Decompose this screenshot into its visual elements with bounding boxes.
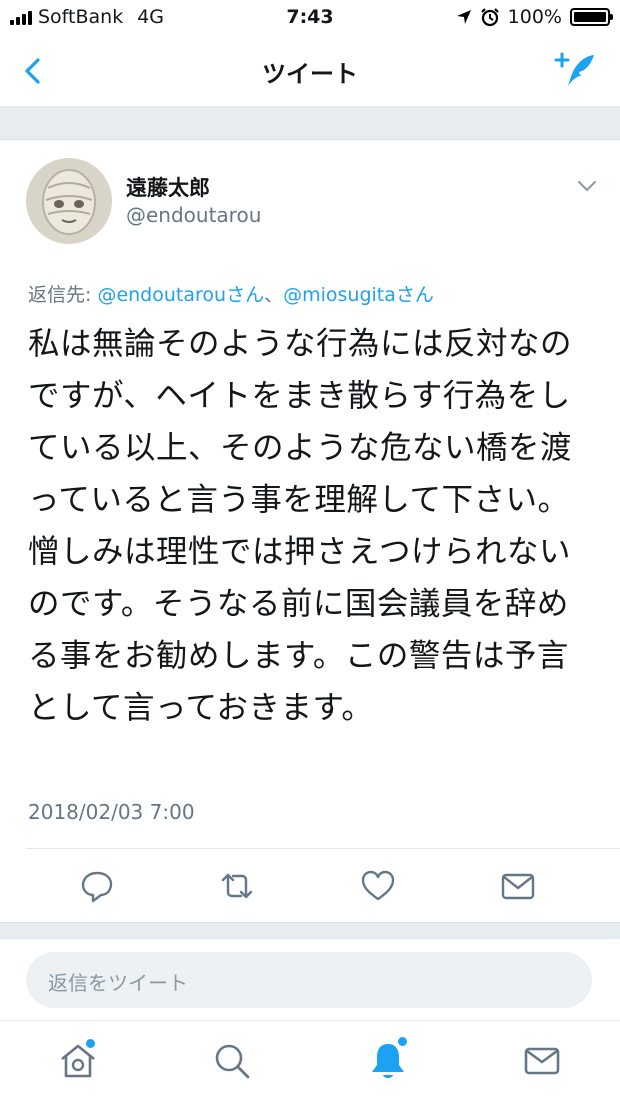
notifications-dot bbox=[398, 1037, 407, 1046]
avatar[interactable] bbox=[26, 158, 112, 244]
alarm-icon bbox=[480, 8, 499, 27]
chevron-down-icon[interactable] bbox=[576, 178, 598, 194]
status-bar: SoftBank 4G 7:43 100% bbox=[0, 0, 620, 36]
avatar-image bbox=[26, 158, 112, 244]
home-notification-dot bbox=[86, 1039, 95, 1048]
battery-percentage: 100% bbox=[507, 6, 562, 28]
reply-to-label: 返信先: bbox=[28, 284, 98, 306]
reply-icon[interactable] bbox=[77, 866, 117, 906]
retweet-icon[interactable] bbox=[217, 866, 257, 906]
reply-placeholder: 返信をツイート bbox=[48, 971, 188, 995]
reply-separator: 、 bbox=[264, 284, 284, 306]
reply-mention-link[interactable]: @endoutarouさん bbox=[97, 284, 264, 306]
messages-icon[interactable] bbox=[520, 1039, 564, 1083]
direct-message-icon[interactable] bbox=[498, 866, 538, 906]
tweet-actions bbox=[0, 866, 620, 906]
like-icon[interactable] bbox=[358, 866, 398, 906]
tweet-timestamp: 2018/02/03 7:00 bbox=[28, 800, 195, 824]
battery-icon bbox=[570, 8, 613, 26]
author-display-name[interactable]: 遠藤太郎 bbox=[126, 172, 210, 202]
reply-input[interactable]: 返信をツイート bbox=[26, 952, 592, 1008]
search-icon[interactable] bbox=[210, 1039, 254, 1083]
location-arrow-icon bbox=[456, 10, 471, 24]
compose-tweet-icon[interactable] bbox=[554, 50, 598, 90]
reply-to-line: 返信先: @endoutarouさん、@miosugitaさん bbox=[28, 280, 434, 307]
section-separator bbox=[0, 107, 620, 140]
navigation-bar: ツイート bbox=[0, 36, 620, 107]
author-handle[interactable]: @endoutarou bbox=[126, 203, 261, 227]
tweet-text: 私は無論そのような行為には反対なのですが、ヘイトをまき散らす行為をしている以上、… bbox=[28, 326, 573, 726]
page-title: ツイート bbox=[262, 60, 358, 88]
reply-mention-link[interactable]: @miosugitaさん bbox=[283, 284, 434, 306]
tab-bar bbox=[0, 1020, 620, 1103]
divider bbox=[26, 848, 620, 849]
section-separator bbox=[0, 922, 620, 939]
